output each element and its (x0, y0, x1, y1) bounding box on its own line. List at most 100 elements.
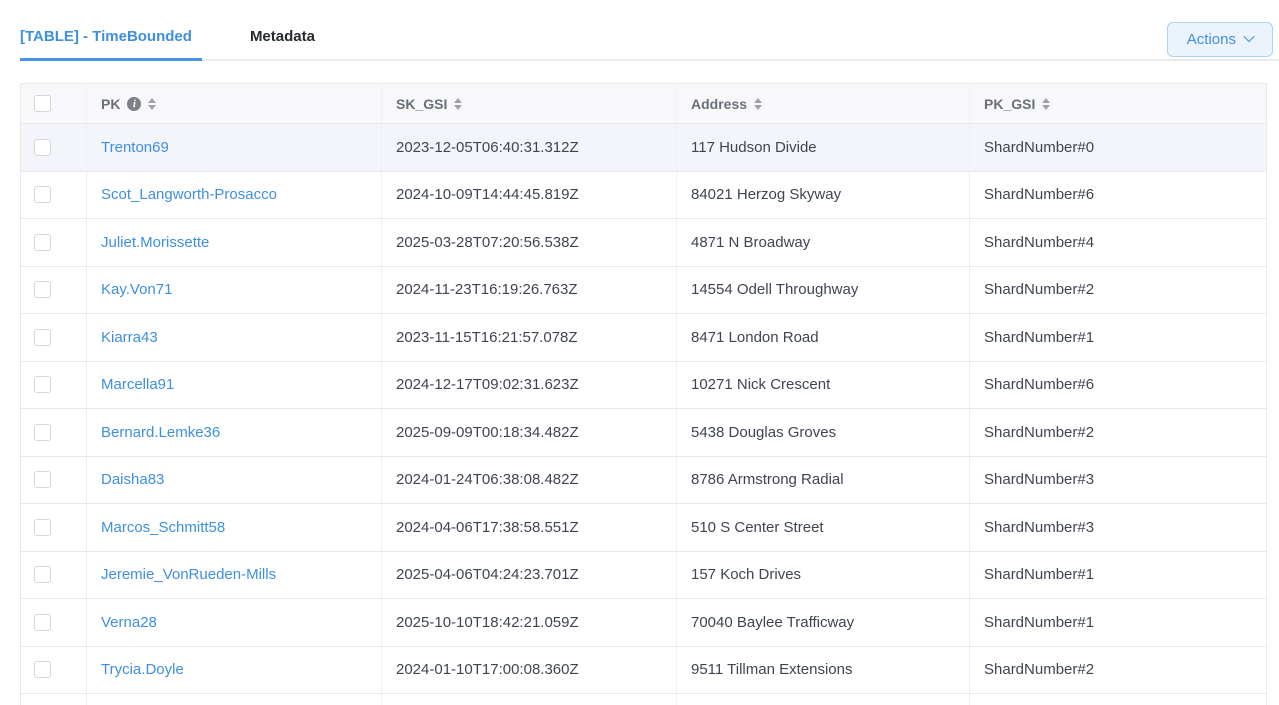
actions-button[interactable]: Actions (1167, 22, 1273, 57)
row-checkbox[interactable] (34, 329, 51, 346)
pk-gsi-cell: ShardNumber#3 (970, 504, 1267, 552)
row-checkbox[interactable] (34, 614, 51, 631)
column-header-address[interactable]: Address (677, 84, 970, 124)
sk-gsi-cell (382, 694, 677, 705)
pk-cell: Jeremie_VonRueden-Mills (87, 551, 382, 599)
pk-link[interactable]: Verna28 (101, 614, 157, 631)
column-header-pk-gsi[interactable]: PK_GSI (970, 84, 1267, 124)
pk-link[interactable]: Trenton69 (101, 139, 169, 156)
pk-link[interactable]: Kay.Von71 (101, 281, 172, 298)
column-header-sk-gsi[interactable]: SK_GSI (382, 84, 677, 124)
address-cell: 14554 Odell Throughway (677, 266, 970, 314)
row-checkbox[interactable] (34, 661, 51, 678)
address-cell: 84021 Herzog Skyway (677, 171, 970, 219)
pk-cell: Scot_Langworth-Prosacco (87, 171, 382, 219)
row-checkbox[interactable] (34, 376, 51, 393)
pk-cell: Trenton69 (87, 124, 382, 172)
row-checkbox[interactable] (34, 139, 51, 156)
sk-gsi-cell: 2024-04-06T17:38:58.551Z (382, 504, 677, 552)
pk-link[interactable]: Bernard.Lemke36 (101, 424, 220, 441)
table-row: Jeremie_VonRueden-Mills 2025-04-06T04:24… (21, 551, 1267, 599)
address-cell: 157 Koch Drives (677, 551, 970, 599)
address-cell: 117 Hudson Divide (677, 124, 970, 172)
pk-link[interactable]: Jeremie_VonRueden-Mills (101, 566, 276, 583)
address-cell: 8786 Armstrong Radial (677, 456, 970, 504)
pk-gsi-cell: ShardNumber#2 (970, 409, 1267, 457)
table-row: Kiarra43 2023-11-15T16:21:57.078Z 8471 L… (21, 314, 1267, 362)
chevron-down-icon (1243, 31, 1254, 42)
address-cell (677, 694, 970, 705)
sk-gsi-cell: 2024-12-17T09:02:31.623Z (382, 361, 677, 409)
row-checkbox-cell (21, 171, 87, 219)
row-checkbox[interactable] (34, 471, 51, 488)
sk-gsi-cell: 2023-11-15T16:21:57.078Z (382, 314, 677, 362)
table-row: Verna28 2025-10-10T18:42:21.059Z 70040 B… (21, 599, 1267, 647)
sk-gsi-cell: 2025-09-09T00:18:34.482Z (382, 409, 677, 457)
tab-table-timebounded[interactable]: [TABLE] - TimeBounded (20, 28, 202, 61)
table-row: Trycia.Doyle 2024-01-10T17:00:08.360Z 95… (21, 646, 1267, 694)
pk-cell: Daisha83 (87, 456, 382, 504)
row-checkbox[interactable] (34, 424, 51, 441)
row-checkbox-cell (21, 504, 87, 552)
column-label-sk-gsi: SK_GSI (396, 96, 447, 112)
sort-icon-address[interactable] (754, 98, 762, 110)
table-row: Scot_Langworth-Prosacco 2024-10-09T14:44… (21, 171, 1267, 219)
pk-gsi-cell (970, 694, 1267, 705)
pk-cell: Marcos_Schmitt58 (87, 504, 382, 552)
row-checkbox[interactable] (34, 566, 51, 583)
row-checkbox-cell (21, 124, 87, 172)
row-checkbox-cell (21, 361, 87, 409)
table-row: Marcella91 2024-12-17T09:02:31.623Z 1027… (21, 361, 1267, 409)
items-table: PK i SK_GSI Address PK_GSI (20, 83, 1267, 705)
column-header-pk[interactable]: PK i (87, 84, 382, 124)
pk-gsi-cell: ShardNumber#6 (970, 361, 1267, 409)
pk-gsi-cell: ShardNumber#1 (970, 551, 1267, 599)
address-cell: 8471 London Road (677, 314, 970, 362)
actions-button-label: Actions (1187, 31, 1236, 48)
row-checkbox-cell (21, 599, 87, 647)
table-header-row: PK i SK_GSI Address PK_GSI (21, 84, 1267, 124)
pk-gsi-cell: ShardNumber#2 (970, 266, 1267, 314)
address-cell: 510 S Center Street (677, 504, 970, 552)
pk-link[interactable]: Marcos_Schmitt58 (101, 519, 225, 536)
pk-gsi-cell: ShardNumber#1 (970, 599, 1267, 647)
sort-icon-pk[interactable] (148, 98, 156, 110)
row-checkbox-cell (21, 219, 87, 267)
pk-link[interactable]: Trycia.Doyle (101, 661, 184, 678)
sk-gsi-cell: 2024-01-10T17:00:08.360Z (382, 646, 677, 694)
pk-gsi-cell: ShardNumber#0 (970, 124, 1267, 172)
column-label-pk: PK (101, 96, 120, 112)
select-all-checkbox[interactable] (34, 95, 51, 112)
address-cell: 4871 N Broadway (677, 219, 970, 267)
pk-link[interactable]: Scot_Langworth-Prosacco (101, 186, 277, 203)
info-icon[interactable]: i (127, 97, 141, 111)
tab-metadata[interactable]: Metadata (250, 28, 315, 59)
pk-cell: Kay.Von71 (87, 266, 382, 314)
pk-link[interactable]: Daisha83 (101, 471, 164, 488)
pk-link[interactable]: Marcella91 (101, 376, 174, 393)
row-checkbox-cell (21, 646, 87, 694)
pk-cell: Bernard.Lemke36 (87, 409, 382, 457)
sk-gsi-cell: 2023-12-05T06:40:31.312Z (382, 124, 677, 172)
row-checkbox[interactable] (34, 519, 51, 536)
row-checkbox[interactable] (34, 186, 51, 203)
row-checkbox-cell (21, 694, 87, 705)
column-label-pk-gsi: PK_GSI (984, 96, 1035, 112)
table-row-partial (21, 694, 1267, 705)
sort-icon-pk-gsi[interactable] (1042, 98, 1050, 110)
row-checkbox-cell (21, 551, 87, 599)
address-cell: 5438 Douglas Groves (677, 409, 970, 457)
sort-icon-sk-gsi[interactable] (454, 98, 462, 110)
sk-gsi-cell: 2025-10-10T18:42:21.059Z (382, 599, 677, 647)
row-checkbox[interactable] (34, 281, 51, 298)
pk-link[interactable]: Juliet.Morissette (101, 234, 209, 251)
pk-cell: Marcella91 (87, 361, 382, 409)
row-checkbox-cell (21, 266, 87, 314)
pk-gsi-cell: ShardNumber#1 (970, 314, 1267, 362)
pk-link[interactable]: Kiarra43 (101, 329, 158, 346)
pk-cell: Juliet.Morissette (87, 219, 382, 267)
sk-gsi-cell: 2024-10-09T14:44:45.819Z (382, 171, 677, 219)
row-checkbox[interactable] (34, 234, 51, 251)
sk-gsi-cell: 2025-03-28T07:20:56.538Z (382, 219, 677, 267)
address-cell: 10271 Nick Crescent (677, 361, 970, 409)
